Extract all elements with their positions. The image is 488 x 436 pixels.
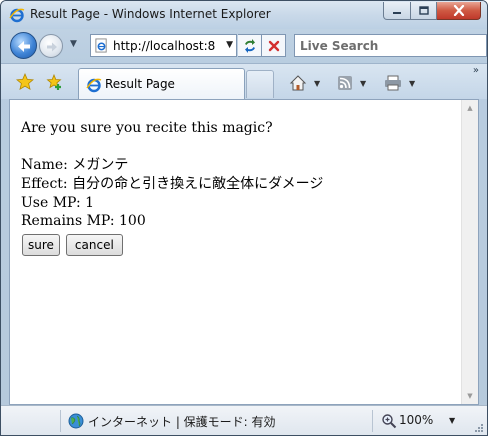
refresh-icon [244,38,255,53]
close-icon [453,5,464,16]
resize-grip-icon[interactable] [474,423,484,433]
new-tab-button[interactable] [246,70,274,98]
content-area: Are you sure you recite this magic? Name… [9,99,479,405]
address-dropdown[interactable]: ▼ [226,40,233,50]
cancel-button[interactable]: cancel [65,234,123,256]
page-body: Are you sure you recite this magic? Name… [10,100,462,404]
sure-button[interactable]: sure [22,234,60,256]
ie-logo-icon [9,8,25,23]
forward-arrow-icon [47,42,57,52]
address-input[interactable] [113,37,221,55]
print-button[interactable]: ▼ [384,74,415,92]
more-commands-chevron-icon[interactable]: » [473,65,479,76]
effect-value: 自分の命と引き換えに敵全体にダメージ [72,175,324,192]
stop-button[interactable] [262,34,286,57]
browser-window: Result Page - Windows Internet Explorer [0,0,488,436]
navigation-bar: ▼ ▼ [1,29,487,63]
name-row: Name: メガンテ [21,156,323,175]
remains-mp-value: 100 [119,213,146,230]
recent-pages-dropdown[interactable]: ▼ [70,39,77,49]
zoom-dropdown[interactable]: ▼ [449,416,455,425]
caption-buttons [383,2,481,20]
minimize-icon [393,11,401,14]
confirm-question: Are you sure you recite this magic? [21,120,273,136]
refresh-button[interactable] [238,34,262,57]
feeds-dropdown[interactable]: ▼ [360,79,366,88]
home-icon [289,75,307,91]
search-box [294,34,487,57]
confirm-buttons: sure cancel [22,234,123,256]
search-input[interactable] [300,37,480,55]
back-arrow-icon [18,41,30,52]
vertical-scrollbar[interactable]: ▲ ▼ [461,100,478,404]
feeds-button[interactable]: ▼ [337,74,366,92]
name-value: メガンテ [72,157,129,173]
home-button[interactable]: ▼ [289,74,320,92]
window-title: Result Page - Windows Internet Explorer [30,7,271,21]
name-label: Name: [21,157,68,173]
print-dropdown[interactable]: ▼ [409,79,415,88]
back-button[interactable] [10,32,37,59]
tab-bar: Result Page ▼ ▼ ▼ » [1,63,487,100]
favorites-star-icon[interactable] [16,73,34,91]
print-icon [385,75,401,91]
address-bar: ▼ [90,34,237,57]
add-favorites-icon[interactable] [45,73,63,91]
maximize-icon [418,6,429,15]
tab-label: Result Page [105,77,175,91]
use-mp-value: 1 [85,194,95,211]
minimize-button[interactable] [383,2,411,20]
use-mp-label: Use MP: [21,194,81,211]
ie-page-icon [86,78,102,93]
home-dropdown[interactable]: ▼ [314,79,320,88]
close-button[interactable] [437,2,481,20]
zoom-icon[interactable] [381,413,397,429]
zoom-level[interactable]: 100% [399,413,433,427]
feeds-icon [338,76,352,90]
scroll-down-arrow-icon[interactable]: ▼ [462,388,478,404]
use-mp-row: Use MP: 1 [21,194,323,213]
page-ie-icon [95,38,107,53]
title-bar[interactable]: Result Page - Windows Internet Explorer [1,1,487,29]
maximize-button[interactable] [411,2,437,20]
magic-info: Name: メガンテ Effect: 自分の命と引き換えに敵全体にダメージ Us… [21,156,323,231]
remains-mp-label: Remains MP: [21,213,115,230]
scroll-up-arrow-icon[interactable]: ▲ [462,100,478,116]
globe-icon [68,413,84,429]
effect-label: Effect: [21,175,68,192]
forward-button[interactable] [39,34,63,58]
tab-result-page[interactable]: Result Page [78,68,245,100]
status-bar: インターネット | 保護モード: 有効 100% ▼ [1,405,487,435]
remains-mp-row: Remains MP: 100 [21,212,323,231]
security-zone-text[interactable]: インターネット | 保護モード: 有効 [88,413,276,430]
status-divider [372,410,373,432]
stop-icon [268,40,279,51]
status-text-area [7,410,61,432]
effect-row: Effect: 自分の命と引き換えに敵全体にダメージ [21,175,323,194]
